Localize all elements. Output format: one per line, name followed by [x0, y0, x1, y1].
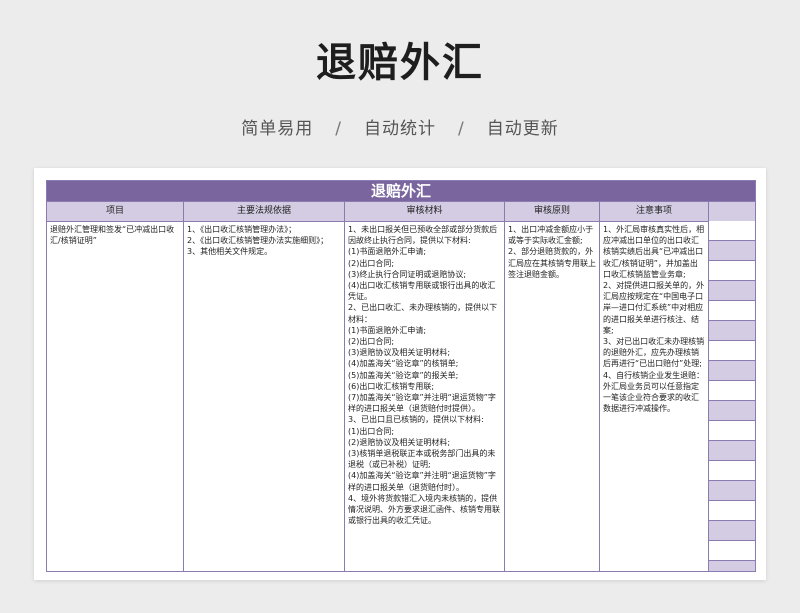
header-blank[interactable] [709, 202, 755, 221]
blank-cell[interactable] [709, 301, 755, 321]
tag-separator: / [458, 119, 465, 139]
blank-cell[interactable] [709, 421, 755, 441]
blank-cell[interactable] [709, 441, 755, 461]
tag-easy: 简单易用 [241, 119, 314, 139]
cell-notes[interactable]: 1、外汇局审核真实性后，相应冲减出口单位的出口收汇核销实绩后出具“已冲减出口收汇… [600, 221, 709, 571]
blank-cell[interactable] [709, 281, 755, 301]
tag-separator: / [335, 119, 342, 139]
blank-cell[interactable] [709, 241, 755, 261]
header-principles[interactable]: 审核原则 [505, 202, 600, 221]
blank-cell[interactable] [709, 501, 755, 521]
blank-cell[interactable] [709, 261, 755, 281]
blank-cell[interactable] [709, 521, 755, 541]
blank-cell[interactable] [709, 481, 755, 501]
cell-materials[interactable]: 1、未出口报关但已预收全部或部分货款后因故终止执行合同，提供以下材料: (1)书… [345, 221, 505, 571]
blank-cell[interactable] [709, 401, 755, 421]
blank-cell[interactable] [709, 341, 755, 361]
blank-cell[interactable] [709, 461, 755, 481]
header-materials[interactable]: 审核材料 [345, 202, 505, 221]
feature-tagline: 简单易用 / 自动统计 / 自动更新 [0, 114, 800, 139]
blank-cell[interactable] [709, 541, 755, 561]
page-title: 退赔外汇 [316, 40, 484, 86]
header-item[interactable]: 项目 [47, 202, 184, 221]
blank-cell[interactable] [709, 321, 755, 341]
blank-cell[interactable] [709, 361, 755, 381]
cell-item[interactable]: 退赔外汇管理和签发“已冲减出口收汇/核销证明” [47, 221, 184, 571]
sheet-title: 退赔外汇 [47, 181, 755, 201]
table-header: 项目 主要法规依据 审核材料 审核原则 注意事项 [47, 201, 755, 222]
blank-column [709, 221, 755, 571]
spreadsheet: 退赔外汇 项目 主要法规依据 审核材料 审核原则 注意事项 退赔外汇管理和签发“… [46, 180, 756, 572]
tag-auto-update: 自动更新 [486, 119, 559, 139]
tag-auto-stats: 自动统计 [364, 119, 436, 139]
blank-cell[interactable] [709, 561, 755, 571]
header-notes[interactable]: 注意事项 [600, 202, 709, 221]
blank-cell[interactable] [709, 221, 755, 241]
blank-cell[interactable] [709, 381, 755, 401]
header-regulations[interactable]: 主要法规依据 [184, 202, 345, 221]
cell-principles[interactable]: 1、出口冲减金额应小于或等于实际收汇金额; 2、部分退赔货款的，外汇局应在其核销… [505, 221, 600, 571]
cell-regulations[interactable]: 1、《出口收汇核销管理办法》； 2、《出口收汇核销管理办法实施细则》； 3、其他… [184, 221, 345, 571]
